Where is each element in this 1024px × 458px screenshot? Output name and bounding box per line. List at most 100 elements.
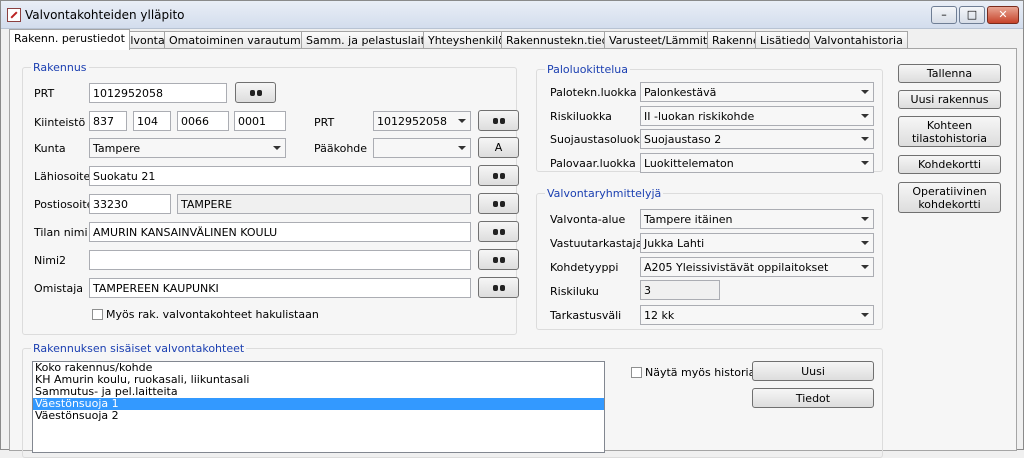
prt-label: PRT bbox=[34, 87, 55, 100]
prt-input[interactable]: 1012952058 bbox=[89, 83, 227, 103]
chevron-down-icon bbox=[861, 265, 869, 269]
tab-rakenn-perustiedot[interactable]: Rakenn. perustiedot bbox=[9, 29, 130, 50]
app-icon bbox=[7, 8, 21, 22]
tab-valvontahistoria[interactable]: Valvontahistoria bbox=[809, 31, 908, 49]
suojaustaso-label: Suojaustasoluokka bbox=[550, 133, 653, 146]
omistaja-input[interactable]: TAMPEREEN KAUPUNKI bbox=[89, 278, 471, 298]
postinumero-input[interactable]: 33230 bbox=[89, 194, 171, 214]
uusi-button[interactable]: Uusi bbox=[752, 361, 874, 381]
tarkastusvali-value: 12 kk bbox=[644, 309, 675, 322]
omistaja-search-button[interactable] bbox=[478, 277, 519, 298]
kohdekortti-button[interactable]: Kohdekortti bbox=[898, 155, 1001, 174]
tab-strip: Rakenn. perustiedot Valvonta Omatoiminen… bbox=[9, 29, 1019, 50]
paloluokittelu-legend: Paloluokittelua bbox=[545, 63, 631, 76]
chevron-down-icon bbox=[861, 241, 869, 245]
tilastohistoria-line-2: tilastohistoria bbox=[911, 131, 988, 145]
tilan-nimi-label: Tilan nimi bbox=[34, 226, 88, 239]
rakennus-legend: Rakennus bbox=[31, 61, 89, 74]
binoculars-icon bbox=[492, 199, 505, 208]
tiedot-button[interactable]: Tiedot bbox=[752, 388, 874, 408]
postitoimipaikka-field: TAMPERE bbox=[177, 194, 471, 214]
vastuutarkastaja-label: Vastuutarkastaja bbox=[550, 237, 643, 250]
palovaar-select[interactable]: Luokittelematon bbox=[640, 153, 874, 173]
kunta-select[interactable]: Tampere bbox=[89, 138, 286, 158]
prt2-label: PRT bbox=[314, 116, 335, 129]
maximize-button[interactable]: □ bbox=[959, 6, 985, 24]
riskiluokka-select[interactable]: II -luokan riskikohde bbox=[640, 106, 874, 126]
tilastohistoria-line-1: Kohteen bbox=[926, 118, 973, 132]
omistaja-label: Omistaja bbox=[34, 282, 84, 295]
binoculars-icon bbox=[492, 227, 505, 236]
kiinteisto-field-1[interactable]: 837 bbox=[89, 111, 127, 131]
postiosoite-label: Postiosoite bbox=[34, 198, 94, 211]
tallenna-button[interactable]: Tallenna bbox=[898, 64, 1001, 83]
kiinteisto-field-2[interactable]: 104 bbox=[133, 111, 171, 131]
kiinteisto-field-3[interactable]: 0066 bbox=[177, 111, 229, 131]
chevron-down-icon bbox=[861, 161, 869, 165]
kohdetyyppi-label: Kohdetyyppi bbox=[550, 261, 619, 274]
lahiosoite-label: Lähiosoite bbox=[34, 170, 91, 183]
kohdetyyppi-value: A205 Yleissivistävät oppilaitokset bbox=[644, 261, 829, 274]
kohdetyyppi-select[interactable]: A205 Yleissivistävät oppilaitokset bbox=[640, 257, 874, 277]
sisaiset-listbox[interactable]: Koko rakennus/kohde KH Amurin koulu, ruo… bbox=[32, 361, 605, 453]
close-button[interactable]: ✕ bbox=[987, 6, 1019, 24]
vastuutarkastaja-value: Jukka Lahti bbox=[644, 237, 705, 250]
uusi-rakennus-button[interactable]: Uusi rakennus bbox=[898, 90, 1001, 109]
historia-checkbox[interactable] bbox=[631, 367, 642, 378]
lahiosoite-input[interactable]: Suokatu 21 bbox=[89, 166, 471, 186]
vastuutarkastaja-select[interactable]: Jukka Lahti bbox=[640, 233, 874, 253]
a-button[interactable]: A bbox=[478, 137, 519, 158]
chevron-down-icon bbox=[273, 146, 281, 150]
tarkastusvali-select[interactable]: 12 kk bbox=[640, 305, 874, 325]
operatiivinen-line-1: Operatiivinen bbox=[912, 184, 987, 198]
palotekn-select[interactable]: Palonkestävä bbox=[640, 82, 874, 102]
palovaar-label: Palovaar.luokka bbox=[550, 157, 636, 170]
binoculars-icon bbox=[249, 88, 262, 97]
riskiluku-field: 3 bbox=[640, 280, 720, 300]
paakohde-label: Pääkohde bbox=[314, 142, 368, 155]
palotekn-value: Palonkestävä bbox=[644, 86, 717, 99]
minimize-button[interactable]: – bbox=[931, 6, 957, 24]
window-title: Valvontakohteiden ylläpito bbox=[25, 8, 185, 22]
prt-search-button[interactable] bbox=[235, 82, 276, 103]
tilan-nimi-input[interactable]: AMURIN KANSAINVÄLINEN KOULU bbox=[89, 222, 471, 242]
binoculars-icon bbox=[492, 171, 505, 180]
chevron-down-icon bbox=[861, 137, 869, 141]
lahiosoite-search-button[interactable] bbox=[478, 165, 519, 186]
operatiivinen-line-2: kohdekortti bbox=[918, 197, 981, 211]
suojaustaso-value: Suojaustaso 2 bbox=[644, 133, 722, 146]
kunta-select-value: Tampere bbox=[93, 142, 141, 155]
sisaiset-legend: Rakennuksen sisäiset valvontakohteet bbox=[31, 342, 247, 355]
binoculars-icon bbox=[492, 283, 505, 292]
prt2-select[interactable]: 1012952058 bbox=[373, 111, 471, 131]
tilastohistoria-button[interactable]: Kohteen tilastohistoria bbox=[898, 116, 1001, 147]
list-item[interactable]: Väestönsuoja 2 bbox=[33, 410, 604, 422]
postiosoite-search-button[interactable] bbox=[478, 193, 519, 214]
valvontaryhmittely-legend: Valvontaryhmittelyjä bbox=[545, 187, 664, 200]
chevron-down-icon bbox=[861, 114, 869, 118]
nimi2-label: Nimi2 bbox=[34, 254, 67, 267]
tilan-nimi-search-button[interactable] bbox=[478, 221, 519, 242]
valvonta-alue-value: Tampere itäinen bbox=[644, 213, 733, 226]
valvonta-alue-select[interactable]: Tampere itäinen bbox=[640, 209, 874, 229]
binoculars-icon bbox=[492, 255, 505, 264]
riskiluokka-value: II -luokan riskikohde bbox=[644, 110, 755, 123]
chevron-down-icon bbox=[861, 313, 869, 317]
hakulista-checkbox[interactable] bbox=[92, 309, 103, 320]
operatiivinen-kohdekortti-button[interactable]: Operatiivinen kohdekortti bbox=[898, 182, 1001, 213]
binoculars-icon bbox=[492, 116, 505, 125]
suojaustaso-select[interactable]: Suojaustaso 2 bbox=[640, 129, 874, 149]
nimi2-input[interactable] bbox=[89, 250, 471, 270]
valvonta-alue-label: Valvonta-alue bbox=[550, 213, 626, 226]
nimi2-search-button[interactable] bbox=[478, 249, 519, 270]
chevron-down-icon bbox=[861, 217, 869, 221]
kiinteisto-field-4[interactable]: 0001 bbox=[234, 111, 286, 131]
tarkastusvali-label: Tarkastusväli bbox=[550, 309, 622, 322]
palotekn-label: Palotekn.luokka bbox=[550, 86, 637, 99]
palovaar-value: Luokittelematon bbox=[644, 157, 734, 170]
riskiluokka-label: Riskiluokka bbox=[550, 110, 612, 123]
prt2-search-button[interactable] bbox=[478, 110, 519, 131]
title-bar: Valvontakohteiden ylläpito – □ ✕ bbox=[1, 1, 1023, 29]
tab-panel: Rakennus PRT 1012952058 Kiinteistö 837 1… bbox=[9, 48, 1017, 458]
paakohde-select[interactable] bbox=[373, 138, 471, 158]
